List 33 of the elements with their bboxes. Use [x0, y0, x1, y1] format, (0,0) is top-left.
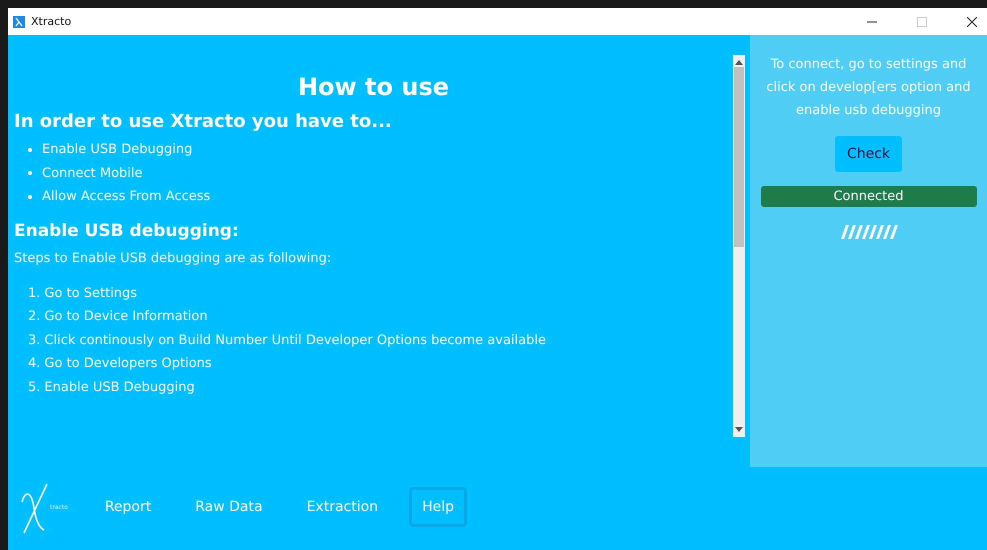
list-item: Connect Mobile	[42, 166, 143, 181]
step-number: 1.	[28, 286, 40, 301]
scrollbar[interactable]	[733, 55, 745, 437]
nav-tab[interactable]: Raw Data	[182, 487, 276, 527]
step-number: 4.	[28, 356, 40, 372]
instructions-text: To connect, go to settings and click on develop[ers option and enable usb debugging	[765, 56, 972, 120]
nav-tab[interactable]: Report	[92, 487, 164, 527]
step-text: Go to Developers Options	[44, 356, 212, 372]
page-title: How to use	[296, 73, 450, 101]
step-text: Go to Settings	[44, 286, 138, 301]
step-text: Go to Device Information	[44, 309, 208, 324]
bullet-icon	[28, 148, 32, 152]
step-number: 5.	[28, 380, 40, 395]
close-icon[interactable]	[967, 16, 977, 26]
intro-text: Steps to Enable USB debugging are as following:	[14, 250, 332, 266]
nav-tab[interactable]: Help	[409, 487, 467, 527]
status-bar: Connected	[760, 186, 976, 207]
check-button[interactable]: Check	[834, 136, 902, 172]
step-text: Click continously on Build Number Until Developer Options become available	[44, 332, 546, 348]
window-title: Xtracto	[31, 15, 72, 28]
bullet-icon	[28, 194, 32, 199]
scroll-up-icon[interactable]	[735, 59, 743, 65]
list-item: Enable USB Debugging	[42, 142, 192, 158]
step-number: 3.	[28, 332, 40, 348]
scroll-down-icon[interactable]	[735, 427, 743, 433]
step-number: 2.	[28, 309, 40, 324]
list-item: Allow Access From Access	[42, 189, 210, 204]
heading: In order to use Xtracto you have to...	[14, 111, 393, 132]
app-icon	[13, 16, 25, 28]
section-heading: Enable USB debugging:	[14, 220, 240, 240]
step-text: Enable USB Debugging	[44, 380, 195, 395]
bullet-icon	[28, 171, 32, 176]
nav-tab[interactable]: Extraction	[294, 487, 392, 527]
